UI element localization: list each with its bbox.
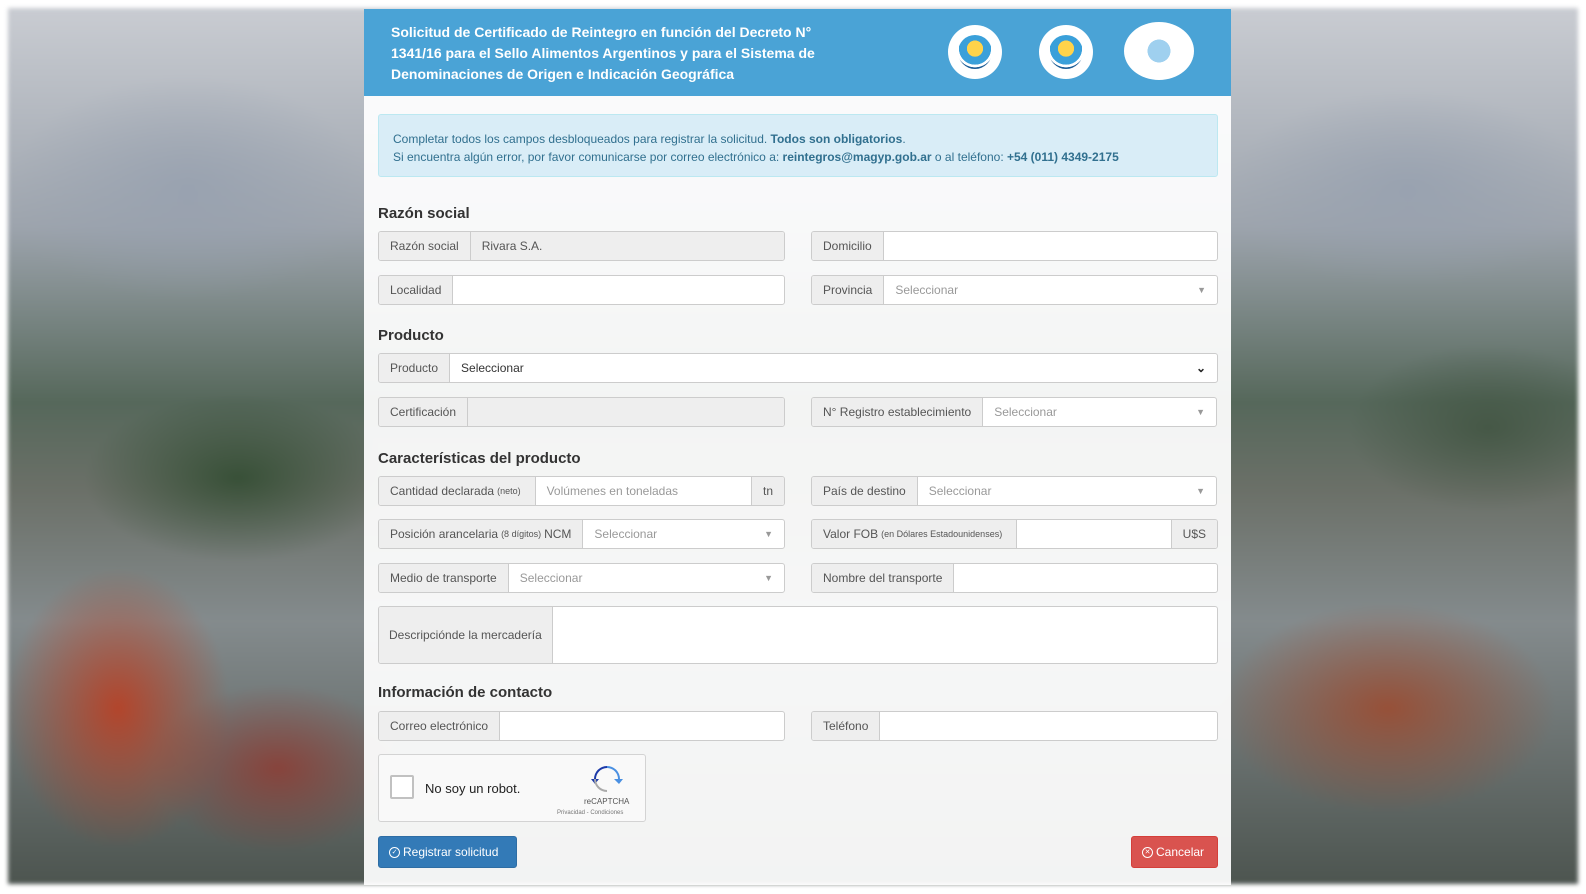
valor-fob-field[interactable]: Valor FOB (en Dólares Estadounidenses) U$…: [811, 519, 1218, 549]
telefono-input[interactable]: [880, 712, 1217, 740]
page-header: Solicitud de Certificado de Reintegro en…: [364, 9, 1231, 96]
logo-indicacion-geografica: [1124, 22, 1194, 80]
valor-fob-input[interactable]: [1017, 520, 1170, 548]
nombre-transporte-input[interactable]: [954, 564, 1217, 592]
certificacion-input[interactable]: [468, 398, 784, 426]
recaptcha-checkbox[interactable]: [390, 775, 414, 799]
page-title: Solicitud de Certificado de Reintegro en…: [391, 24, 815, 82]
contact-phone: +54 (011) 4349-2175: [1006, 150, 1119, 164]
correo-input[interactable]: [500, 712, 784, 740]
form-panel: Solicitud de Certificado de Reintegro en…: [364, 9, 1231, 885]
recaptcha-widget: No soy un robot. reCAPTCHA Privacidad - …: [378, 754, 646, 822]
caret-down-icon: ▼: [764, 573, 773, 583]
logo-denominacion-origen: [1039, 25, 1093, 79]
correo-field[interactable]: Correo electrónico: [378, 711, 785, 741]
registrar-solicitud-button[interactable]: ✓ Registrar solicitud: [378, 836, 517, 868]
caret-down-icon: ▼: [764, 529, 773, 539]
provincia-select[interactable]: Provincia Seleccionar ▼: [811, 275, 1218, 305]
pais-destino-select[interactable]: País de destino Seleccionar ▼: [811, 476, 1217, 506]
alert-line-2: Si encuentra algún error, por favor comu…: [393, 150, 1119, 164]
chevron-down-icon: ⌄: [1195, 361, 1206, 375]
descripcion-textarea[interactable]: [553, 607, 1217, 663]
domicilio-input[interactable]: [884, 232, 1217, 260]
unit-usd: U$S: [1170, 520, 1217, 548]
logo-alimentos-argentinos: [948, 25, 1002, 79]
certificacion-field[interactable]: Certificación: [378, 397, 785, 427]
caret-down-icon: ▼: [1196, 486, 1205, 496]
caret-down-icon: ▼: [1197, 285, 1206, 295]
caret-down-icon: ▼: [1196, 407, 1205, 417]
section-title-contacto: Información de contacto: [378, 684, 553, 701]
domicilio-field[interactable]: Domicilio: [811, 231, 1218, 261]
info-alert: Completar todos los campos desbloqueados…: [378, 114, 1218, 177]
cantidad-input[interactable]: Volúmenes en toneladas: [536, 477, 751, 505]
posicion-arancelaria-select[interactable]: Posición arancelaria (8 dígitos) NCM Selec…: [378, 519, 785, 549]
times-circle-icon: ✕: [1142, 846, 1153, 858]
recaptcha-logo-icon: [591, 766, 623, 792]
registro-establecimiento-select[interactable]: N° Registro establecimiento Seleccionar ▼: [811, 397, 1217, 427]
contact-email: reintegros@magyp.gob.ar: [782, 150, 932, 164]
recaptcha-label: No soy un robot.: [425, 781, 521, 796]
producto-select[interactable]: Producto Seleccionar ⌄: [378, 353, 1218, 383]
section-title-caracteristicas: Características del producto: [378, 450, 581, 467]
section-title-razon-social: Razón social: [378, 205, 470, 222]
alert-line-1: Completar todos los campos desbloqueados…: [393, 132, 906, 146]
unit-tn: tn: [750, 477, 784, 505]
section-title-producto: Producto: [378, 327, 444, 344]
cancelar-button[interactable]: ✕ Cancelar: [1131, 836, 1218, 868]
nombre-transporte-field[interactable]: Nombre del transporte: [811, 563, 1218, 593]
telefono-field[interactable]: Teléfono: [811, 711, 1218, 741]
cantidad-declarada-field[interactable]: Cantidad declarada (neto) Volúmenes en to…: [378, 476, 785, 506]
medio-transporte-select[interactable]: Medio de transporte Seleccionar ▼: [378, 563, 785, 593]
razon-social-field[interactable]: Razón social Rivara S.A.: [378, 231, 785, 261]
check-circle-icon: ✓: [389, 846, 400, 858]
descripcion-mercaderia-field[interactable]: Descripción de la mercadería: [378, 606, 1218, 664]
localidad-input[interactable]: [453, 276, 784, 304]
razon-social-input[interactable]: Rivara S.A.: [470, 232, 784, 260]
localidad-field[interactable]: Localidad: [378, 275, 785, 305]
